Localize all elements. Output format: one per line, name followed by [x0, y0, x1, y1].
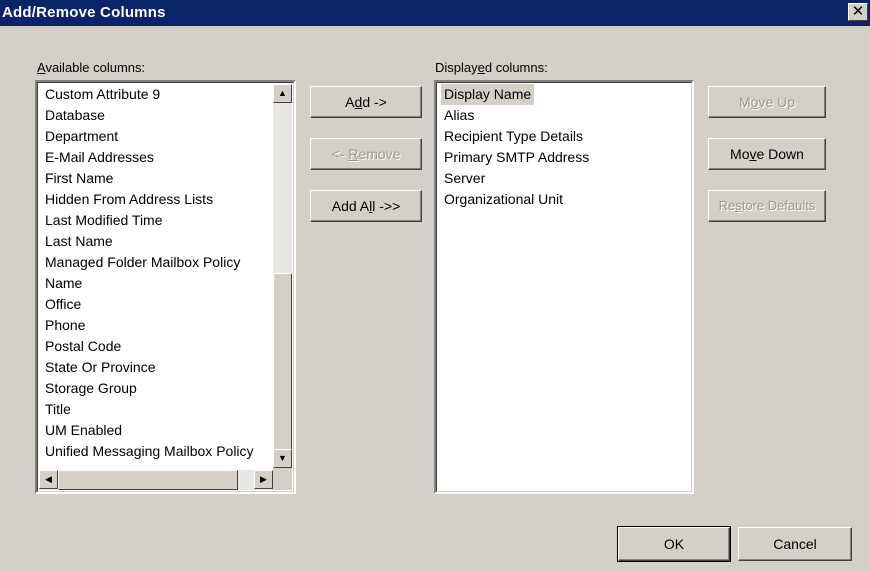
- list-item[interactable]: Department: [45, 126, 118, 147]
- list-item[interactable]: Display Name: [441, 84, 535, 105]
- scroll-down-icon[interactable]: ▼: [273, 449, 292, 468]
- displayed-label-pre: Display: [435, 60, 478, 75]
- restore-label-pre: Re: [718, 198, 736, 213]
- list-item[interactable]: Unified Messaging Mailbox Policy: [45, 441, 254, 462]
- list-item[interactable]: State Or Province: [45, 357, 156, 378]
- list-item[interactable]: Last Name: [45, 231, 113, 252]
- move-down-label-post: e Down: [756, 146, 804, 162]
- close-icon[interactable]: ✕: [848, 3, 868, 21]
- scroll-right-icon[interactable]: ▶: [254, 470, 273, 489]
- displayed-columns-label: Displayed columns:: [435, 60, 548, 75]
- vertical-scroll-thumb[interactable]: [273, 273, 292, 451]
- list-item[interactable]: First Name: [45, 168, 113, 189]
- available-columns-list[interactable]: Custom Attribute 9 Database Department E-Ma…: [35, 80, 296, 494]
- list-item[interactable]: Storage Group: [45, 378, 137, 399]
- list-item[interactable]: Office: [45, 294, 81, 315]
- add-all-label-pre: Add A: [331, 198, 370, 214]
- list-item[interactable]: Custom Attribute 9: [45, 84, 160, 105]
- remove-label-post: emove: [358, 146, 401, 162]
- move-down-label-pre: Mo: [730, 146, 750, 162]
- remove-button[interactable]: <- Remove: [310, 138, 422, 170]
- ok-button[interactable]: OK: [617, 526, 731, 562]
- list-item[interactable]: Title: [45, 399, 71, 420]
- move-up-button[interactable]: Move Up: [708, 86, 826, 118]
- move-down-button[interactable]: Move Down: [708, 138, 826, 170]
- restore-label-post: tore Defaults: [741, 198, 816, 213]
- displayed-label-accel: e: [477, 60, 485, 75]
- list-item[interactable]: Name: [45, 273, 82, 294]
- remove-label-pre: <-: [331, 146, 349, 162]
- list-item[interactable]: E-Mail Addresses: [45, 147, 154, 168]
- list-item[interactable]: Postal Code: [45, 336, 121, 357]
- displayed-label-text: d columns:: [484, 60, 548, 75]
- available-horizontal-scrollbar[interactable]: ◀ ▶: [39, 470, 273, 490]
- list-item[interactable]: Last Modified Time: [45, 210, 163, 231]
- cancel-button[interactable]: Cancel: [738, 527, 852, 561]
- list-item[interactable]: Organizational Unit: [444, 189, 563, 210]
- window-title: Add/Remove Columns: [2, 4, 166, 21]
- list-item[interactable]: Managed Folder Mailbox Policy: [45, 252, 240, 273]
- horizontal-scroll-thumb[interactable]: [58, 470, 238, 490]
- list-item[interactable]: Hidden From Address Lists: [45, 189, 213, 210]
- available-columns-label: Available columns:: [37, 60, 145, 75]
- list-item[interactable]: Phone: [45, 315, 85, 336]
- restore-defaults-button[interactable]: Restore Defaults: [708, 190, 826, 222]
- add-button[interactable]: Add ->: [310, 86, 422, 118]
- move-up-label-pre: M: [738, 94, 751, 110]
- list-item[interactable]: Recipient Type Details: [444, 126, 583, 147]
- add-label-pre: A: [345, 94, 355, 110]
- scroll-corner: [273, 468, 292, 490]
- list-item[interactable]: Primary SMTP Address: [444, 147, 589, 168]
- displayed-columns-list[interactable]: Display Name Alias Recipient Type Details P…: [434, 80, 694, 494]
- move-up-label-post: ve Up: [758, 94, 796, 110]
- title-bar: Add/Remove Columns ✕: [0, 0, 870, 26]
- scroll-left-icon[interactable]: ◀: [39, 470, 58, 489]
- add-all-label-post: l ->>: [372, 198, 401, 214]
- scroll-up-icon[interactable]: ▲: [273, 84, 292, 103]
- add-all-button[interactable]: Add All ->>: [310, 190, 422, 222]
- available-label-text: vailable columns:: [45, 60, 146, 75]
- list-item[interactable]: Database: [45, 105, 105, 126]
- list-item[interactable]: Server: [444, 168, 485, 189]
- add-label-post: d ->: [362, 94, 387, 110]
- list-item[interactable]: Alias: [444, 105, 474, 126]
- list-item[interactable]: UM Enabled: [45, 420, 122, 441]
- remove-label-accel: R: [348, 146, 359, 162]
- available-vertical-scrollbar[interactable]: ▲ ▼: [273, 84, 292, 468]
